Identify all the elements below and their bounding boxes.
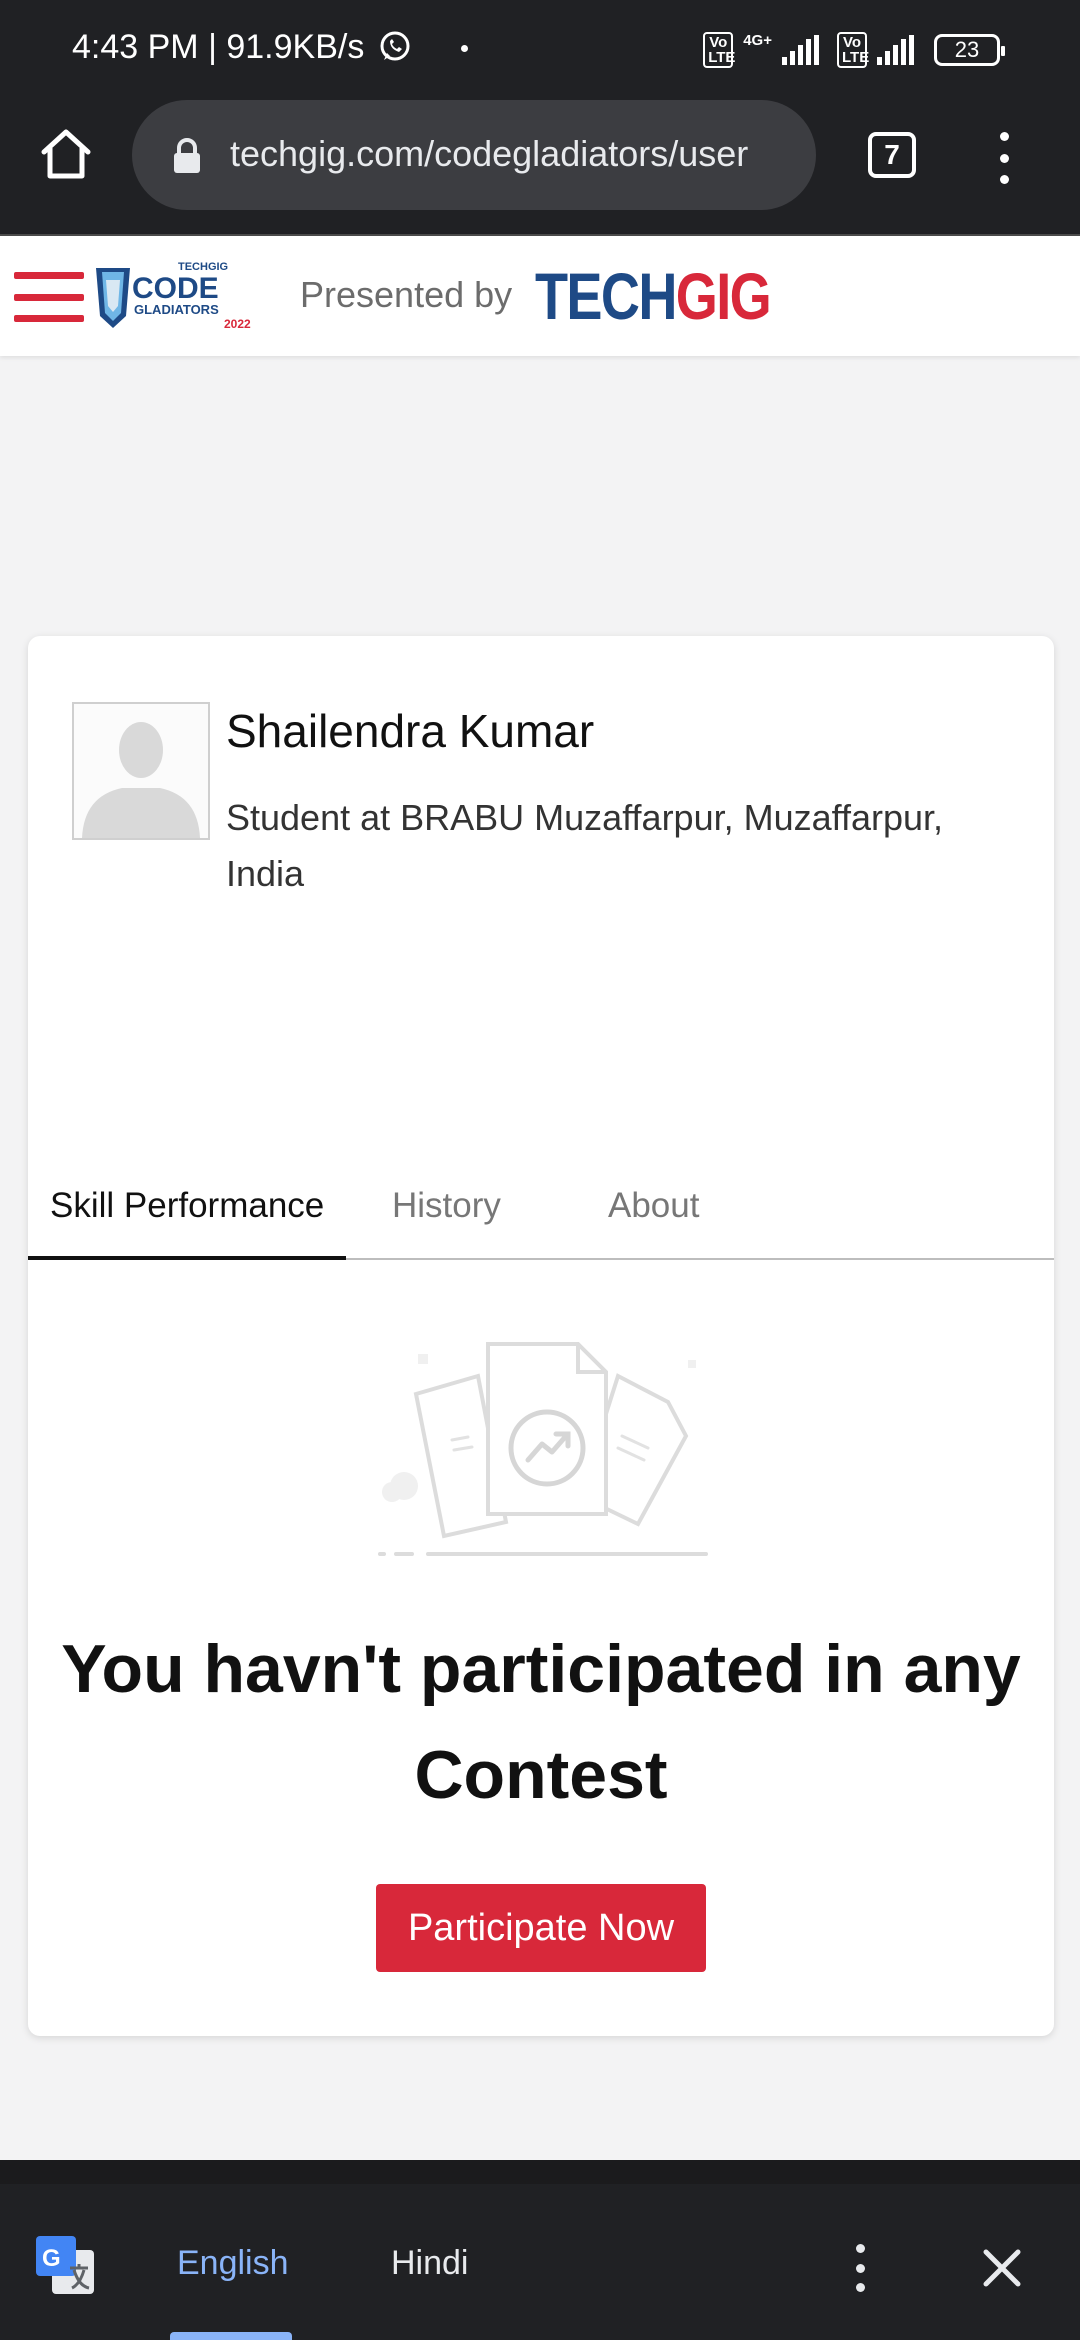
volte-badge-2: Vo LTE (837, 32, 869, 68)
selected-language-indicator (170, 2332, 292, 2340)
language-english-tab[interactable]: English (177, 2244, 289, 2283)
user-description: Student at BRABU Muzaffarpur, Muzaffarpu… (226, 797, 944, 894)
dot-icon (999, 153, 1009, 163)
techgig-logo-part2: GIG (675, 259, 772, 333)
url-bar[interactable]: techgig.com/codegladiators/user (132, 100, 816, 210)
google-translate-icon[interactable]: G (34, 2234, 96, 2296)
event-logo-year: 2022 (224, 317, 251, 331)
techgig-logo[interactable]: TECHGIG (535, 259, 772, 333)
tab-history[interactable]: History (392, 1176, 501, 1260)
close-icon[interactable] (980, 2246, 1024, 2290)
techgig-logo-part1: TECH (535, 259, 677, 333)
event-logo-text: CODE (132, 272, 219, 305)
status-time: 4:43 PM | 91.9KB/s (72, 28, 469, 67)
profile-card: Shailendra Kumar Student at BRABU Muzaff… (28, 636, 1054, 2036)
dot-icon (999, 132, 1009, 141)
translate-bar: G English Hindi (0, 2160, 1080, 2340)
language-hindi-tab[interactable]: Hindi (391, 2244, 468, 2283)
signal-icon-1 (782, 35, 819, 65)
status-time-text: 4:43 PM | 91.9KB/s (72, 28, 365, 66)
lock-icon (174, 138, 200, 173)
avatar (72, 702, 210, 840)
status-icons: Vo LTE 4G+ Vo LTE 23 (703, 28, 1005, 72)
tab-about[interactable]: About (608, 1176, 699, 1260)
participate-now-button[interactable]: Participate Now (376, 1884, 706, 1972)
hamburger-menu-icon[interactable] (14, 272, 84, 322)
empty-state-message: You havn't participated in any Contest (61, 1631, 1021, 1813)
code-gladiators-logo[interactable]: TECHGIG CODE GLADIATORS 2022 (92, 258, 260, 334)
site-header: TECHGIG CODE GLADIATORS 2022 Presented b… (0, 234, 1080, 356)
browser-menu-button[interactable] (986, 132, 1022, 184)
volte-badge-1: Vo LTE (703, 32, 735, 68)
browser-toolbar: techgig.com/codegladiators/user 7 (0, 96, 1080, 234)
dot-icon (855, 2283, 865, 2292)
signal-icon-2 (877, 35, 914, 65)
empty-documents-illustration (378, 1342, 708, 1556)
url-text: techgig.com/codegladiators/user (230, 133, 749, 174)
profile-tabs: Skill Performance History About (28, 1176, 1054, 1260)
avatar-placeholder-icon (82, 722, 200, 838)
network-type: 4G+ (743, 31, 772, 49)
svg-text:G: G (42, 2245, 61, 2272)
dot-icon (999, 175, 1009, 184)
dot-icon (855, 2244, 865, 2253)
dot-icon (855, 2263, 865, 2273)
user-name: Shailendra Kumar (226, 705, 595, 757)
status-bar: 4:43 PM | 91.9KB/s Vo LTE 4G+ Vo LTE 23 (0, 0, 1080, 96)
tab-switcher-button[interactable]: 7 (868, 132, 916, 178)
presented-by-text: Presented by (300, 274, 513, 315)
battery-indicator: 23 (934, 34, 1005, 66)
translate-more-options-button[interactable] (850, 2244, 870, 2292)
event-logo-sub: GLADIATORS (134, 302, 219, 317)
home-icon[interactable] (38, 126, 94, 182)
notification-dot-icon (461, 45, 469, 52)
whatsapp-icon (380, 31, 410, 61)
tab-skill-performance[interactable]: Skill Performance (28, 1176, 346, 1260)
